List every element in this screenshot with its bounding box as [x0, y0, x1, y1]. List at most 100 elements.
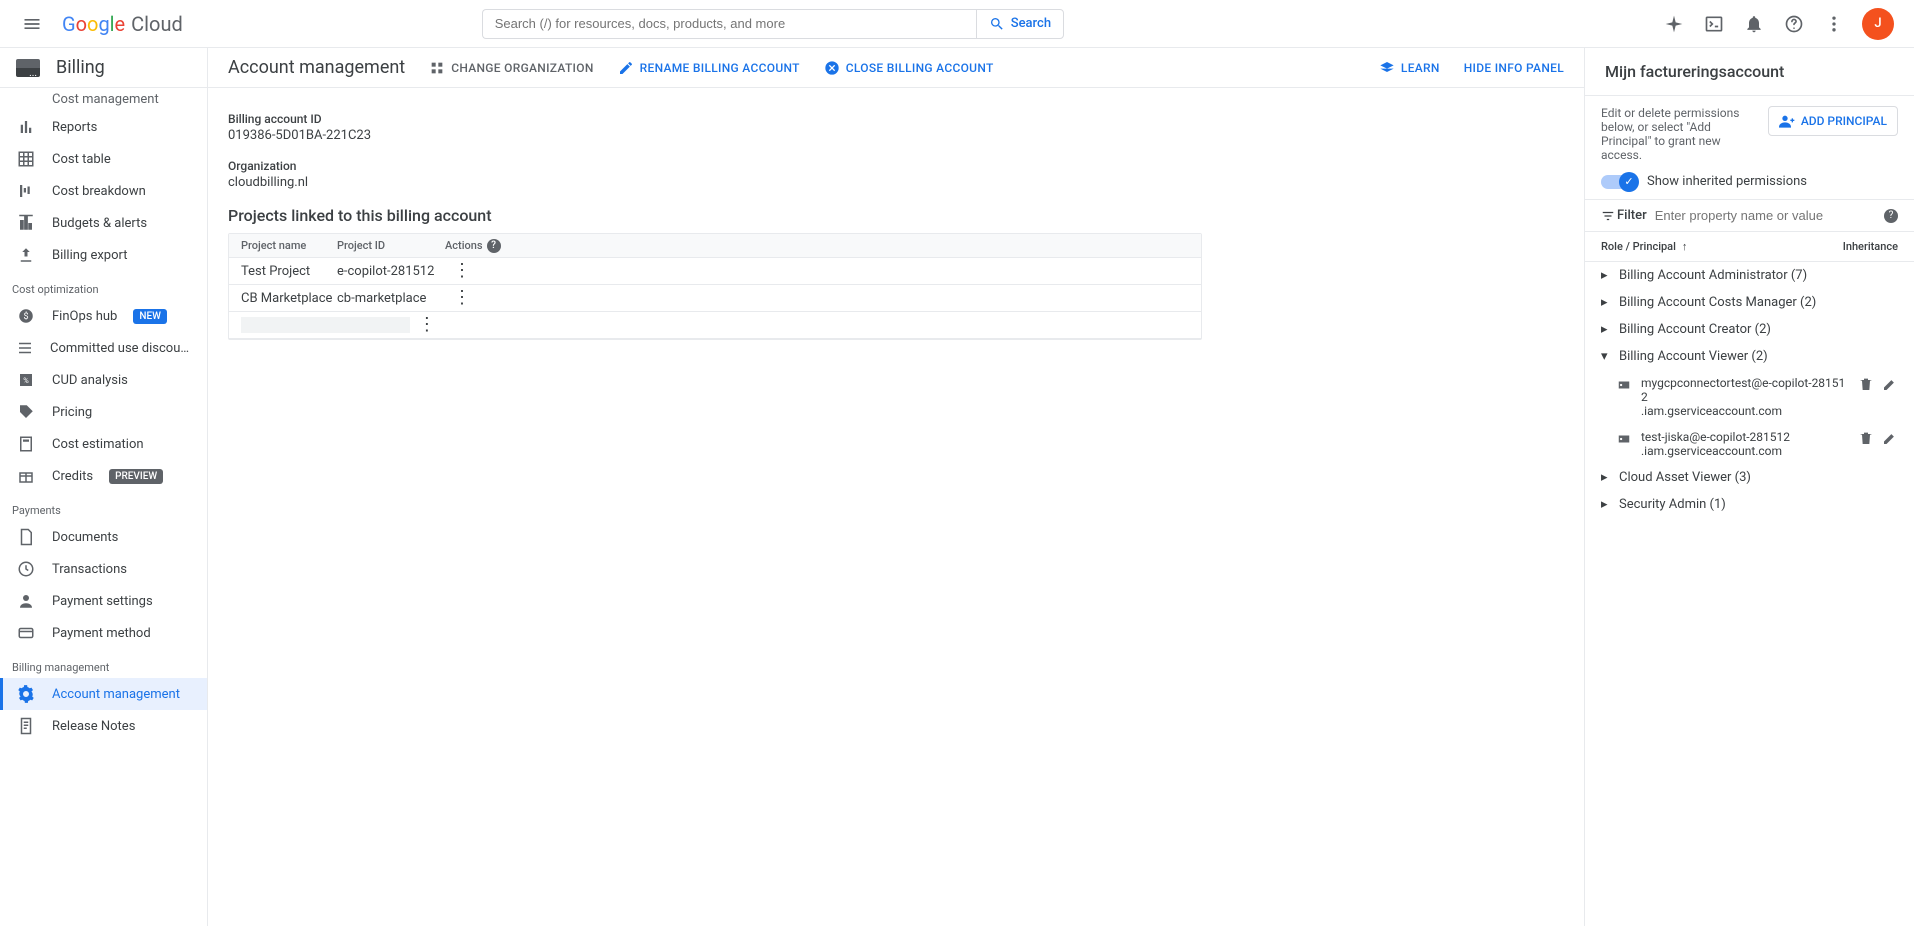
- action-label: HIDE INFO PANEL: [1464, 61, 1564, 75]
- table-row-loading: ⋮: [229, 312, 1201, 339]
- role-row[interactable]: ▸ Billing Account Costs Manager (2): [1585, 289, 1914, 316]
- close-billing-account-button[interactable]: CLOSE BILLING ACCOUNT: [824, 60, 994, 76]
- billing-icon: [16, 59, 40, 77]
- section-billing-mgmt: Billing management: [0, 649, 207, 678]
- sidebar-item-credits[interactable]: Credits PREVIEW: [0, 460, 207, 492]
- sidebar-item-payment-settings[interactable]: Payment settings: [0, 585, 207, 617]
- sidebar-item-transactions[interactable]: Transactions: [0, 553, 207, 585]
- search-button-label: Search: [1011, 16, 1051, 31]
- budget-icon: [16, 213, 36, 233]
- role-row[interactable]: ▸ Billing Account Creator (2): [1585, 316, 1914, 343]
- document-icon: [16, 527, 36, 547]
- role-row[interactable]: ▸ Billing Account Administrator (7): [1585, 262, 1914, 289]
- hamburger-menu-button[interactable]: [8, 0, 56, 48]
- filter-input[interactable]: [1655, 208, 1876, 223]
- role-row[interactable]: ▸ Cloud Asset Viewer (3): [1585, 464, 1914, 491]
- sidebar-item-billing-export[interactable]: Billing export: [0, 239, 207, 271]
- project-name-cell[interactable]: CB Marketplace: [229, 291, 337, 306]
- sidebar-item-cost-breakdown[interactable]: Cost breakdown: [0, 175, 207, 207]
- sidebar-item-pricing[interactable]: Pricing: [0, 396, 207, 428]
- section-cost-optimization: Cost optimization: [0, 271, 207, 300]
- tag-icon: [16, 402, 36, 422]
- billing-id-value: 019386-5D01BA-221C23: [228, 128, 1564, 143]
- nav-label: Pricing: [52, 405, 92, 420]
- google-cloud-logo[interactable]: Google Cloud: [60, 12, 183, 36]
- nav-label: Cost estimation: [52, 437, 144, 452]
- help-icon[interactable]: [1782, 12, 1806, 36]
- gear-icon: [16, 684, 36, 704]
- edit-icon[interactable]: [1882, 430, 1898, 449]
- col-header-id[interactable]: Project ID: [337, 239, 445, 252]
- notifications-icon[interactable]: [1742, 12, 1766, 36]
- sidebar-item-cud-analysis[interactable]: % CUD analysis: [0, 364, 207, 396]
- search-input[interactable]: [482, 9, 976, 39]
- sort-asc-icon[interactable]: ↑: [1682, 240, 1688, 253]
- col-header-name[interactable]: Project name: [229, 239, 337, 252]
- sidebar-item-reports[interactable]: Reports: [0, 111, 207, 143]
- role-row[interactable]: ▸ Security Admin (1): [1585, 491, 1914, 518]
- sidebar-item-account-management[interactable]: Account management: [0, 678, 207, 710]
- info-panel: Mijn factureringsaccount Edit or delete …: [1584, 48, 1914, 926]
- rename-billing-account-button[interactable]: RENAME BILLING ACCOUNT: [618, 60, 800, 76]
- nav-label: Reports: [52, 120, 97, 135]
- filter-label: Filter: [1601, 208, 1647, 223]
- more-icon[interactable]: [1822, 12, 1846, 36]
- inherited-permissions-toggle-row: Show inherited permissions: [1601, 174, 1898, 189]
- calculator-icon: [16, 434, 36, 454]
- avatar[interactable]: J: [1862, 8, 1894, 40]
- page-header: Account management CHANGE ORGANIZATION R…: [208, 48, 1584, 88]
- principal-row: mygcpconnectortest@e-copilot-281512 .iam…: [1585, 370, 1914, 424]
- top-bar: Google Cloud Search J: [0, 0, 1914, 48]
- search-button[interactable]: Search: [976, 9, 1064, 39]
- sidebar-item-payment-method[interactable]: Payment method: [0, 617, 207, 649]
- button-label: ADD PRINCIPAL: [1801, 114, 1887, 128]
- row-actions-menu[interactable]: ⋮: [410, 316, 444, 334]
- learn-button[interactable]: LEARN: [1379, 60, 1440, 76]
- panel-help-text: Edit or delete permissions below, or sel…: [1601, 106, 1758, 162]
- project-name-cell[interactable]: Test Project: [229, 264, 337, 279]
- caret-right-icon: ▸: [1601, 497, 1613, 512]
- sidebar-item-finops[interactable]: $ FinOps hub NEW: [0, 300, 207, 332]
- discount-icon: [16, 338, 34, 358]
- sidebar-item-cost-table[interactable]: Cost table: [0, 143, 207, 175]
- nav-label: Billing export: [52, 248, 127, 263]
- add-principal-button[interactable]: ADD PRINCIPAL: [1768, 106, 1898, 136]
- sidebar-scroll[interactable]: Cost management Reports Cost table Cost …: [0, 88, 207, 926]
- section-payments: Payments: [0, 492, 207, 521]
- sidebar-item-release-notes[interactable]: Release Notes: [0, 710, 207, 742]
- sidebar-item-budgets[interactable]: Budgets & alerts: [0, 207, 207, 239]
- loading-shimmer: [241, 317, 410, 333]
- help-icon[interactable]: ?: [1884, 209, 1898, 223]
- inherited-permissions-toggle[interactable]: [1601, 175, 1637, 189]
- sidebar-item-cud[interactable]: Committed use discounts…: [0, 332, 207, 364]
- new-badge: NEW: [133, 309, 167, 324]
- inheritance-col-label[interactable]: Inheritance: [1843, 240, 1898, 253]
- table-row: CB Marketplace cb-marketplace ⋮: [229, 285, 1201, 312]
- edit-icon[interactable]: [1882, 376, 1898, 395]
- sidebar-item-cost-estimation[interactable]: Cost estimation: [0, 428, 207, 460]
- help-icon[interactable]: ?: [487, 239, 501, 253]
- gemini-icon[interactable]: [1662, 12, 1686, 36]
- sidebar-item-documents[interactable]: Documents: [0, 521, 207, 553]
- role-label: Security Admin (1): [1619, 497, 1726, 512]
- project-id-cell: e-copilot-281512: [337, 264, 445, 279]
- role-label: Billing Account Administrator (7): [1619, 268, 1807, 283]
- role-row-expanded[interactable]: ▾ Billing Account Viewer (2): [1585, 343, 1914, 370]
- sidebar-item-cut[interactable]: Cost management: [0, 88, 207, 111]
- cloud-shell-icon[interactable]: [1702, 12, 1726, 36]
- hide-info-panel-button[interactable]: HIDE INFO PANEL: [1464, 60, 1564, 76]
- nav-label: Payment method: [52, 626, 151, 641]
- role-label: Billing Account Costs Manager (2): [1619, 295, 1816, 310]
- role-col-label[interactable]: Role / Principal: [1601, 240, 1676, 253]
- caret-right-icon: ▸: [1601, 295, 1613, 310]
- bar-chart-icon: [16, 117, 36, 137]
- nav-label: Release Notes: [52, 719, 135, 734]
- notes-icon: [16, 716, 36, 736]
- change-organization-button[interactable]: CHANGE ORGANIZATION: [429, 60, 593, 76]
- row-actions-menu[interactable]: ⋮: [445, 289, 479, 307]
- svg-text:$: $: [23, 311, 28, 322]
- row-actions-menu[interactable]: ⋮: [445, 262, 479, 280]
- projects-table: Project name Project ID Actions ? Test P…: [228, 233, 1202, 340]
- delete-icon[interactable]: [1858, 430, 1874, 449]
- delete-icon[interactable]: [1858, 376, 1874, 395]
